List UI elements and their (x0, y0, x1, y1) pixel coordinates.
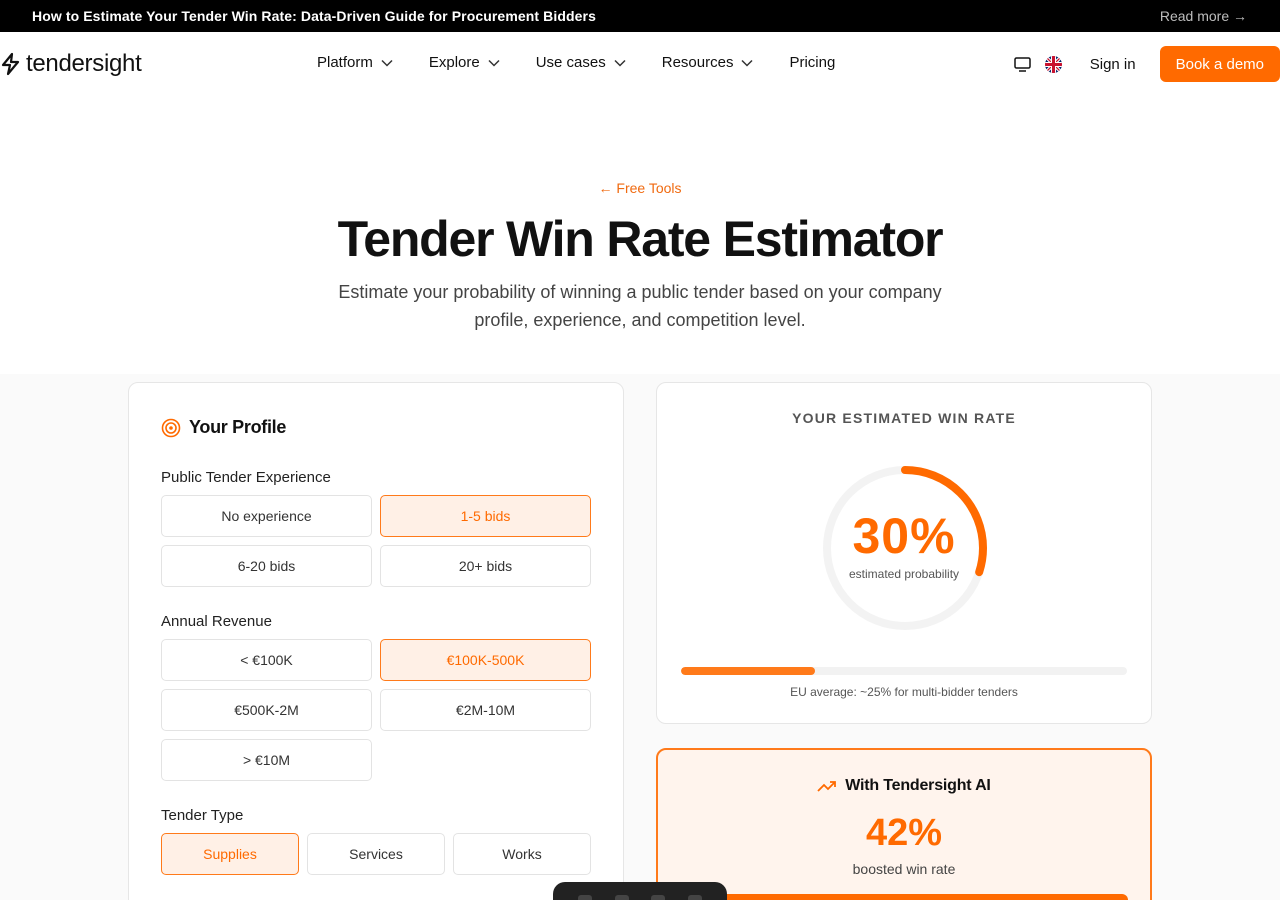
nav-item-resources[interactable]: Resources (662, 54, 754, 71)
toolbar-pointer-icon[interactable] (614, 895, 629, 900)
revenue-label: Annual Revenue (161, 613, 272, 630)
nav-item-label: Platform (317, 54, 373, 71)
boost-heading-text: With Tendersight AI (845, 777, 991, 794)
page-subtitle: Estimate your probability of winning a p… (338, 282, 942, 330)
win-rate-progress-bar (681, 667, 1127, 675)
tendersight-logo-icon (1, 52, 20, 76)
profile-card: Your Profile Public Tender Experience No… (128, 382, 624, 900)
boost-value: 42% (865, 812, 943, 854)
toolbar-accessibility-icon[interactable] (578, 895, 593, 900)
book-demo-button[interactable]: Book a demo (1159, 46, 1280, 82)
nav-actions: Sign in Book a demo (1014, 46, 1280, 82)
nav-item-pricing[interactable]: Pricing (789, 54, 835, 71)
toolbar-menu-icon[interactable] (651, 895, 666, 900)
revenue-option[interactable]: > €10M (161, 739, 372, 781)
brand-logo[interactable]: tendersight (0, 50, 142, 78)
experience-label: Public Tender Experience (161, 469, 331, 486)
brand-name: tendersight (26, 50, 142, 77)
tender-type-option[interactable]: Works (453, 833, 591, 875)
nav-menu: Platform Explore Use cases Resources Pri… (317, 54, 835, 71)
revenue-option[interactable]: €2M-10M (380, 689, 591, 731)
read-more-link[interactable]: Read more → (1160, 8, 1247, 24)
nav-item-platform[interactable]: Platform (317, 54, 393, 71)
nav-item-label: Pricing (789, 54, 836, 71)
nav-item-explore[interactable]: Explore (429, 54, 500, 71)
boost-caption: boosted win rate (852, 861, 956, 877)
tender-type-label: Tender Type (161, 807, 244, 824)
tender-type-option-selected[interactable]: Supplies (161, 833, 299, 875)
nav-item-use-cases[interactable]: Use cases (536, 54, 626, 71)
experience-option-selected[interactable]: 1-5 bids (380, 495, 591, 537)
win-rate-value: 30% (852, 508, 956, 564)
sign-in-link[interactable]: Sign in (1090, 56, 1136, 73)
win-rate-label: YOUR ESTIMATED WIN RATE (792, 410, 1016, 426)
boost-cta-button[interactable] (680, 894, 1128, 900)
revenue-option[interactable]: < €100K (161, 639, 372, 681)
profile-heading-text: Your Profile (189, 417, 287, 437)
nav-item-label: Resources (661, 54, 734, 71)
target-icon (161, 418, 181, 437)
chevron-down-icon (488, 59, 500, 67)
floating-toolbar (553, 882, 727, 900)
main-nav: tendersight Platform Explore Use cases R… (0, 32, 1280, 96)
win-rate-caption: estimated probability (848, 567, 960, 581)
tender-type-option[interactable]: Services (307, 833, 445, 875)
eu-average-note: EU average: ~25% for multi-bidder tender… (790, 685, 1018, 699)
announcement-bar: How to Estimate Your Tender Win Rate: Da… (0, 0, 1280, 32)
announcement-text[interactable]: How to Estimate Your Tender Win Rate: Da… (32, 8, 596, 24)
revenue-option[interactable]: €500K-2M (161, 689, 372, 731)
nav-item-label: Explore (428, 54, 480, 71)
experience-option[interactable]: 6-20 bids (161, 545, 372, 587)
experience-option[interactable]: No experience (161, 495, 372, 537)
boost-heading: With Tendersight AI (658, 777, 1150, 795)
boost-card: With Tendersight AI 42% boosted win rate (656, 748, 1152, 900)
chevron-down-icon (381, 59, 393, 67)
uk-flag-icon[interactable] (1044, 55, 1062, 73)
page-title: Tender Win Rate Estimator (337, 211, 944, 267)
nav-item-label: Use cases (535, 54, 606, 71)
toolbar-settings-icon[interactable] (687, 895, 702, 900)
trending-up-icon (817, 781, 837, 792)
win-rate-progress-fill (681, 667, 815, 675)
back-free-tools-link[interactable]: ← Free Tools (0, 180, 1280, 196)
result-card: YOUR ESTIMATED WIN RATE 30% estimated pr… (656, 382, 1152, 724)
revenue-option-selected[interactable]: €100K-500K (380, 639, 591, 681)
chevron-down-icon (614, 59, 626, 67)
chevron-down-icon (741, 59, 753, 67)
experience-option[interactable]: 20+ bids (380, 545, 591, 587)
monitor-icon[interactable] (1014, 55, 1032, 73)
profile-heading: Your Profile (161, 417, 286, 438)
